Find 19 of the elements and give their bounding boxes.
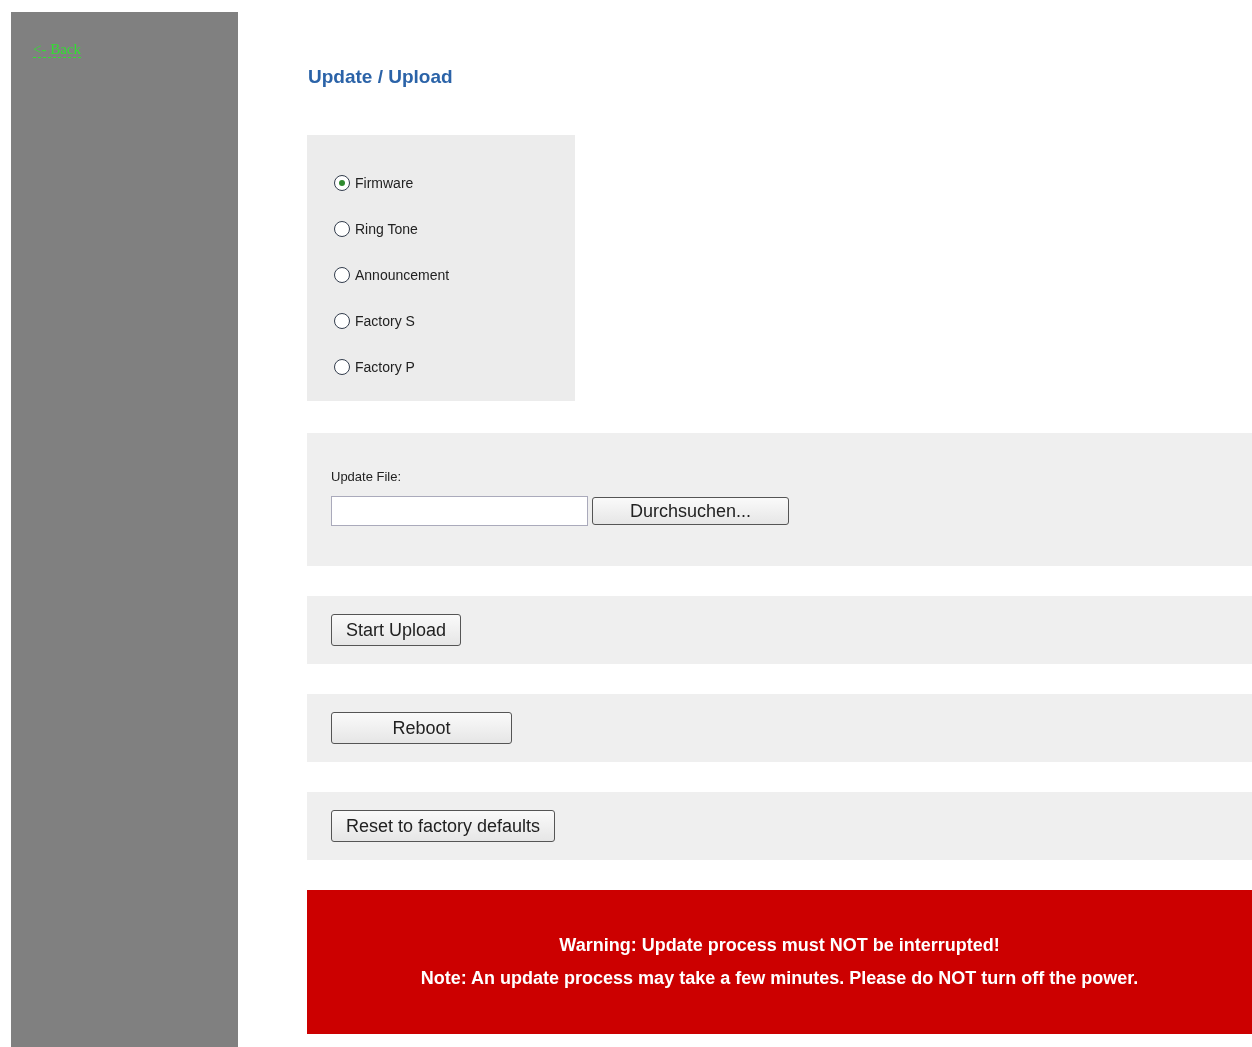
radio-button[interactable] xyxy=(334,359,350,375)
file-field[interactable] xyxy=(331,496,588,526)
upload-type-option[interactable]: Announcement xyxy=(334,263,575,287)
radio-button[interactable] xyxy=(334,267,350,283)
radio-button[interactable] xyxy=(334,175,350,191)
field-label: Update File: xyxy=(331,469,403,484)
warning-text: Note: An update process may take a few minutes. Please do NOT turn off the power. xyxy=(420,968,1139,989)
action-button[interactable]: Reset to factory defaults xyxy=(331,810,556,842)
upload-type-option[interactable]: Factory P xyxy=(334,355,575,379)
radio-button[interactable] xyxy=(334,221,350,237)
browse-button[interactable]: Durchsuchen... xyxy=(592,497,789,525)
page-title: Update / Upload xyxy=(308,66,454,88)
radio-button[interactable] xyxy=(334,313,350,329)
upload-type-option[interactable]: Firmware xyxy=(334,171,575,195)
upload-type-option[interactable]: Factory S xyxy=(334,309,575,333)
action-button[interactable]: Reboot xyxy=(331,712,512,744)
upload-type-option[interactable]: Ring Tone xyxy=(334,217,575,241)
action-button[interactable]: Start Upload xyxy=(331,614,462,646)
warning-text: Warning: Update process must NOT be interrupted! xyxy=(559,935,1000,956)
